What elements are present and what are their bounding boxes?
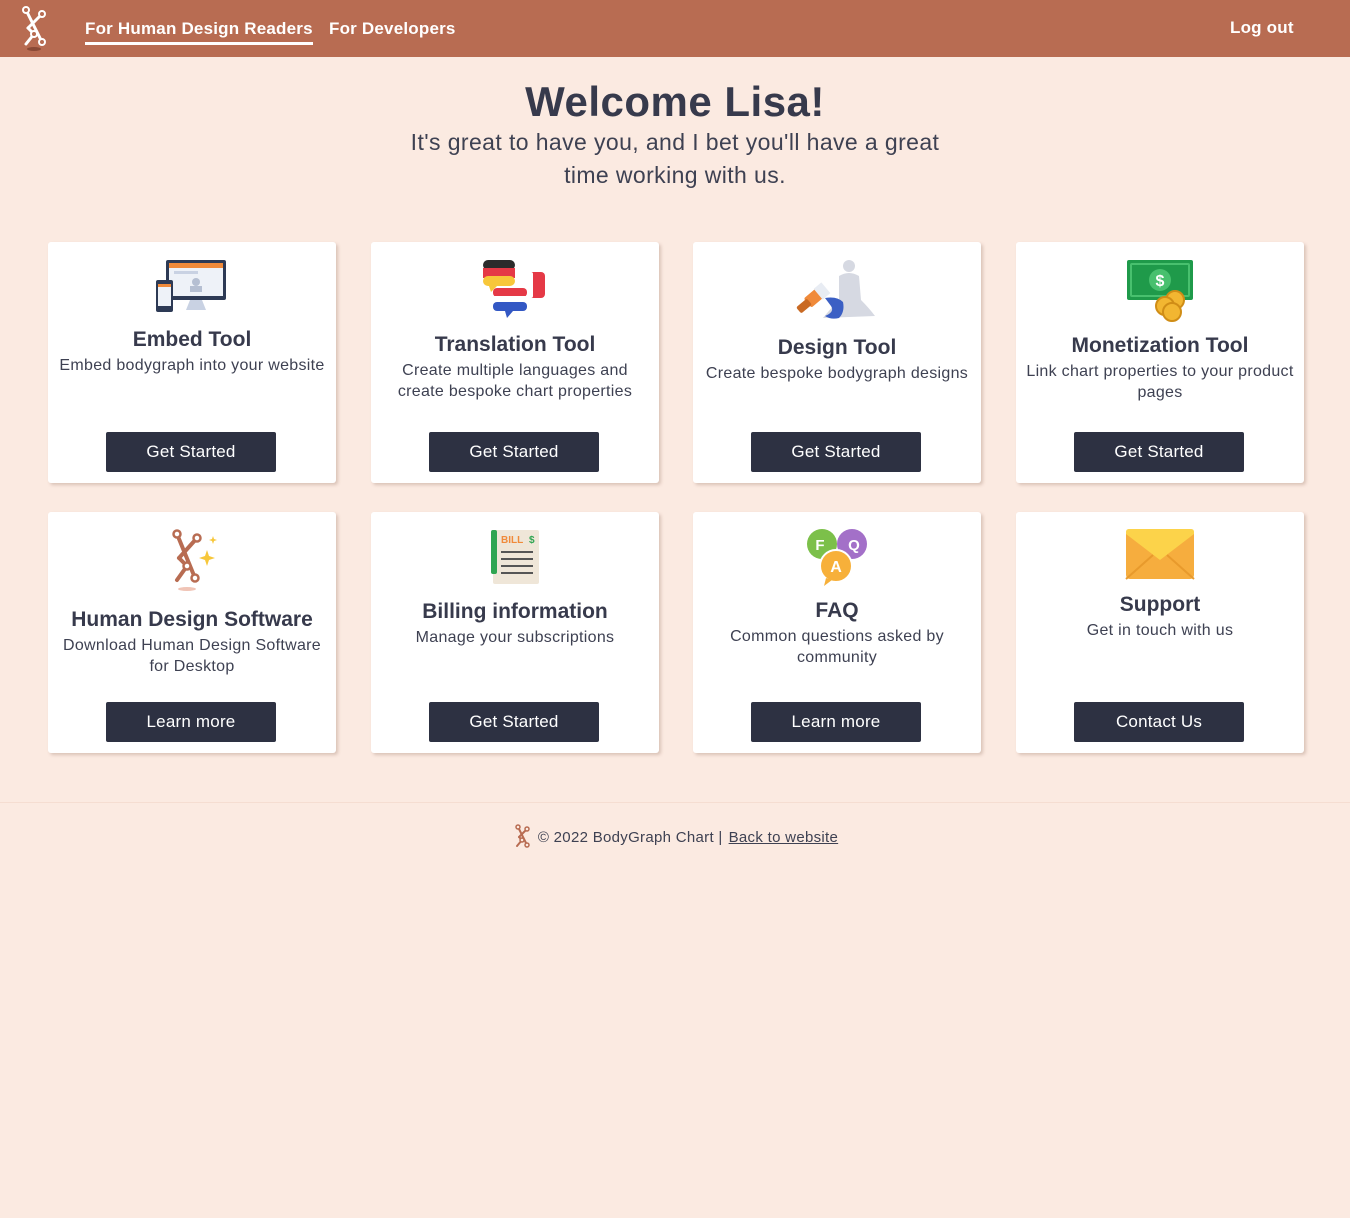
card-title: Translation Tool [434,333,596,356]
back-to-website-link[interactable]: Back to website [729,829,839,846]
card-description: Create bespoke bodygraph designs [705,365,969,382]
card-title: FAQ [815,599,859,622]
human-design-software-icon [172,529,217,591]
card-title: Billing information [422,600,608,623]
card-description: Download Human Design Software for Deskt… [62,637,321,675]
translation-tool-get-started-button[interactable]: Get Started [429,432,599,472]
embed-devices-icon [156,260,226,312]
welcome-subtitle: It's great to have you, and I bet you'll… [410,129,940,188]
envelope-icon [1125,529,1195,580]
welcome-title: Welcome Lisa! [525,78,825,125]
monetization-tool-get-started-button[interactable]: Get Started [1074,432,1244,472]
svg-text:F: F [815,537,824,554]
nav-link-developers[interactable]: For Developers [329,19,456,39]
footer-logo-icon [515,824,530,848]
design-tool-get-started-button[interactable]: Get Started [751,432,921,472]
money-coins-icon: $ [1127,260,1193,322]
card-description: Embed bodygraph into your website [59,357,325,374]
card-title: Support [1119,593,1201,616]
card-human-design-software: Human Design Software Download Human Des… [48,512,336,753]
bodygraph-logo-icon[interactable] [16,4,52,52]
card-title: Design Tool [777,336,897,359]
svg-text:$: $ [1156,273,1165,290]
faq-learn-more-button[interactable]: Learn more [751,702,921,742]
card-support: Support Get in touch with us Contact Us [1016,512,1304,753]
svg-text:BILL: BILL [501,535,523,546]
card-title: Monetization Tool [1071,334,1249,357]
nav-link-human-design-readers[interactable]: For Human Design Readers [85,19,313,45]
card-description: Manage your subscriptions [415,629,615,646]
card-description: Common questions asked by community [730,628,944,666]
card-translation-tool: Translation Tool Create multiple languag… [371,242,659,483]
card-embed-tool: Embed Tool Embed bodygraph into your web… [48,242,336,483]
human-design-software-learn-more-button[interactable]: Learn more [106,702,276,742]
translation-flags-icon [483,260,545,318]
card-title: Human Design Software [71,608,313,631]
design-brush-icon [796,260,875,319]
footer: © 2022 BodyGraph Chart | Back to website [0,824,1350,854]
logout-link[interactable]: Log out [1230,18,1294,38]
card-faq: F Q A FAQ Common questions asked by comm… [693,512,981,753]
top-navbar: For Human Design Readers For Developers … [0,0,1350,57]
card-description: Get in touch with us [1086,622,1234,639]
footer-divider [0,802,1350,803]
footer-copyright: © 2022 BodyGraph Chart | [537,828,723,846]
card-monetization-tool: $ Monetization Tool Link chart propertie… [1016,242,1304,483]
bill-receipt-icon: BILL $ [491,530,539,584]
faq-bubbles-icon: F Q A [807,529,867,586]
svg-text:Q: Q [848,537,860,554]
contact-us-button[interactable]: Contact Us [1074,702,1244,742]
svg-text:$: $ [529,535,535,546]
card-title: Embed Tool [132,328,252,351]
embed-tool-get-started-button[interactable]: Get Started [106,432,276,472]
card-description: Link chart properties to your product pa… [1026,363,1294,401]
billing-get-started-button[interactable]: Get Started [429,702,599,742]
card-description: Create multiple languages and create bes… [397,362,633,400]
card-design-tool: Design Tool Create bespoke bodygraph des… [693,242,981,483]
svg-text:A: A [830,559,842,576]
card-billing-information: BILL $ Billing information Manage your s… [371,512,659,753]
